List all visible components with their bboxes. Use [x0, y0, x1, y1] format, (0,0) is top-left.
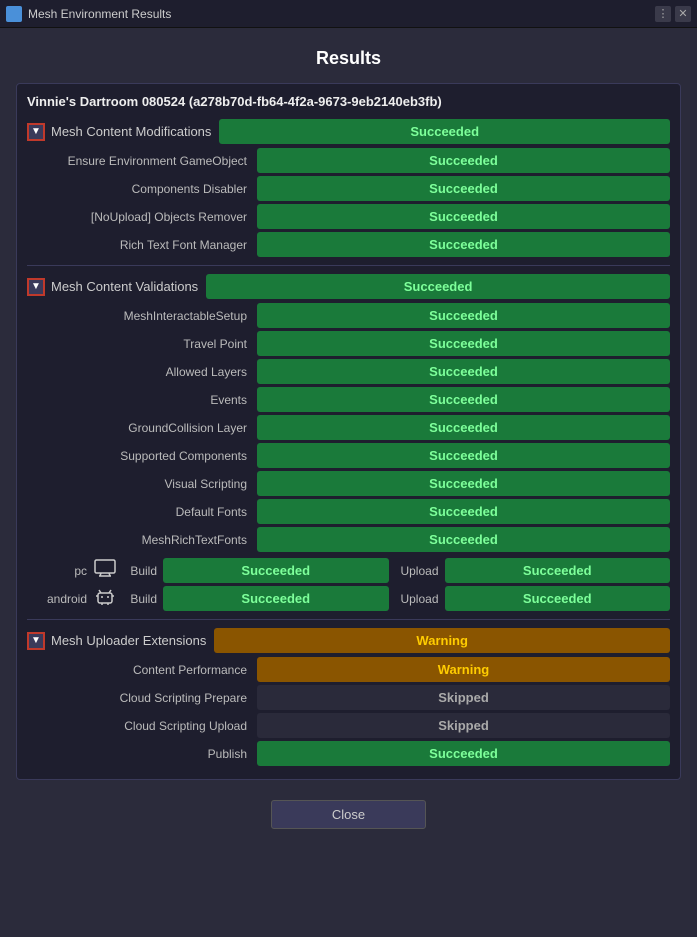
result-row-mesh-interactable: MeshInteractableSetup Succeeded	[27, 303, 670, 328]
result-row-visual-scripting: Visual Scripting Succeeded	[27, 471, 670, 496]
result-row-cloud-scripting-prepare: Cloud Scripting Prepare Skipped	[27, 685, 670, 710]
android-icon	[93, 586, 117, 611]
android-upload-status: Succeeded	[445, 586, 671, 611]
more-button[interactable]: ⋮	[655, 6, 671, 22]
section-toggle-extensions[interactable]: ▼	[27, 632, 45, 650]
title-bar-icon	[6, 6, 22, 22]
section-mesh-content-modifications: ▼ Mesh Content Modifications Succeeded E…	[27, 119, 670, 257]
results-title: Results	[16, 48, 681, 69]
section-mesh-content-validations: ▼ Mesh Content Validations Succeeded Mes…	[27, 274, 670, 611]
android-upload-label: Upload	[395, 592, 439, 606]
title-bar-title: Mesh Environment Results	[28, 7, 171, 21]
android-build-status: Succeeded	[163, 586, 389, 611]
result-row-cloud-scripting-upload: Cloud Scripting Upload Skipped	[27, 713, 670, 738]
result-row-content-performance: Content Performance Warning	[27, 657, 670, 682]
section-status-modifications: Succeeded	[219, 119, 670, 144]
result-row-supported-components: Supported Components Succeeded	[27, 443, 670, 468]
result-row-publish: Publish Succeeded	[27, 741, 670, 766]
platform-row-android: android	[27, 586, 670, 611]
result-row-components-disabler: Components Disabler Succeeded	[27, 176, 670, 201]
pc-build-label: Build	[123, 564, 157, 578]
close-window-button[interactable]: ✕	[675, 6, 691, 22]
section-status-extensions: Warning	[214, 628, 670, 653]
section-label-modifications: Mesh Content Modifications	[51, 124, 211, 139]
pc-build-status: Succeeded	[163, 558, 389, 583]
result-row-allowed-layers: Allowed Layers Succeeded	[27, 359, 670, 384]
pc-icon	[93, 559, 117, 582]
environment-name: Vinnie's Dartroom 080524 (a278b70d-fb64-…	[27, 94, 670, 109]
platform-row-pc: pc Build Succeeded	[27, 558, 670, 583]
pc-upload-label: Upload	[395, 564, 439, 578]
content-box: Vinnie's Dartroom 080524 (a278b70d-fb64-…	[16, 83, 681, 780]
section-toggle-modifications[interactable]: ▼	[27, 123, 45, 141]
section-mesh-uploader-extensions: ▼ Mesh Uploader Extensions Warning Conte…	[27, 628, 670, 766]
result-row-groundcollision: GroundCollision Layer Succeeded	[27, 415, 670, 440]
result-row-travel-point: Travel Point Succeeded	[27, 331, 670, 356]
result-row-events: Events Succeeded	[27, 387, 670, 412]
platform-label-pc: pc	[27, 564, 87, 578]
result-row-noupload: [NoUpload] Objects Remover Succeeded	[27, 204, 670, 229]
result-row-mesh-rich-text-fonts: MeshRichTextFonts Succeeded	[27, 527, 670, 552]
android-build-label: Build	[123, 592, 157, 606]
pc-upload-status: Succeeded	[445, 558, 671, 583]
close-button[interactable]: Close	[271, 800, 426, 829]
title-bar: Mesh Environment Results ⋮ ✕	[0, 0, 697, 28]
platform-label-android: android	[27, 592, 87, 606]
section-status-validations: Succeeded	[206, 274, 670, 299]
section-label-extensions: Mesh Uploader Extensions	[51, 633, 206, 648]
result-row-rich-text: Rich Text Font Manager Succeeded	[27, 232, 670, 257]
result-row-default-fonts: Default Fonts Succeeded	[27, 499, 670, 524]
section-label-validations: Mesh Content Validations	[51, 279, 198, 294]
result-row-ensure: Ensure Environment GameObject Succeeded	[27, 148, 670, 173]
section-toggle-validations[interactable]: ▼	[27, 278, 45, 296]
